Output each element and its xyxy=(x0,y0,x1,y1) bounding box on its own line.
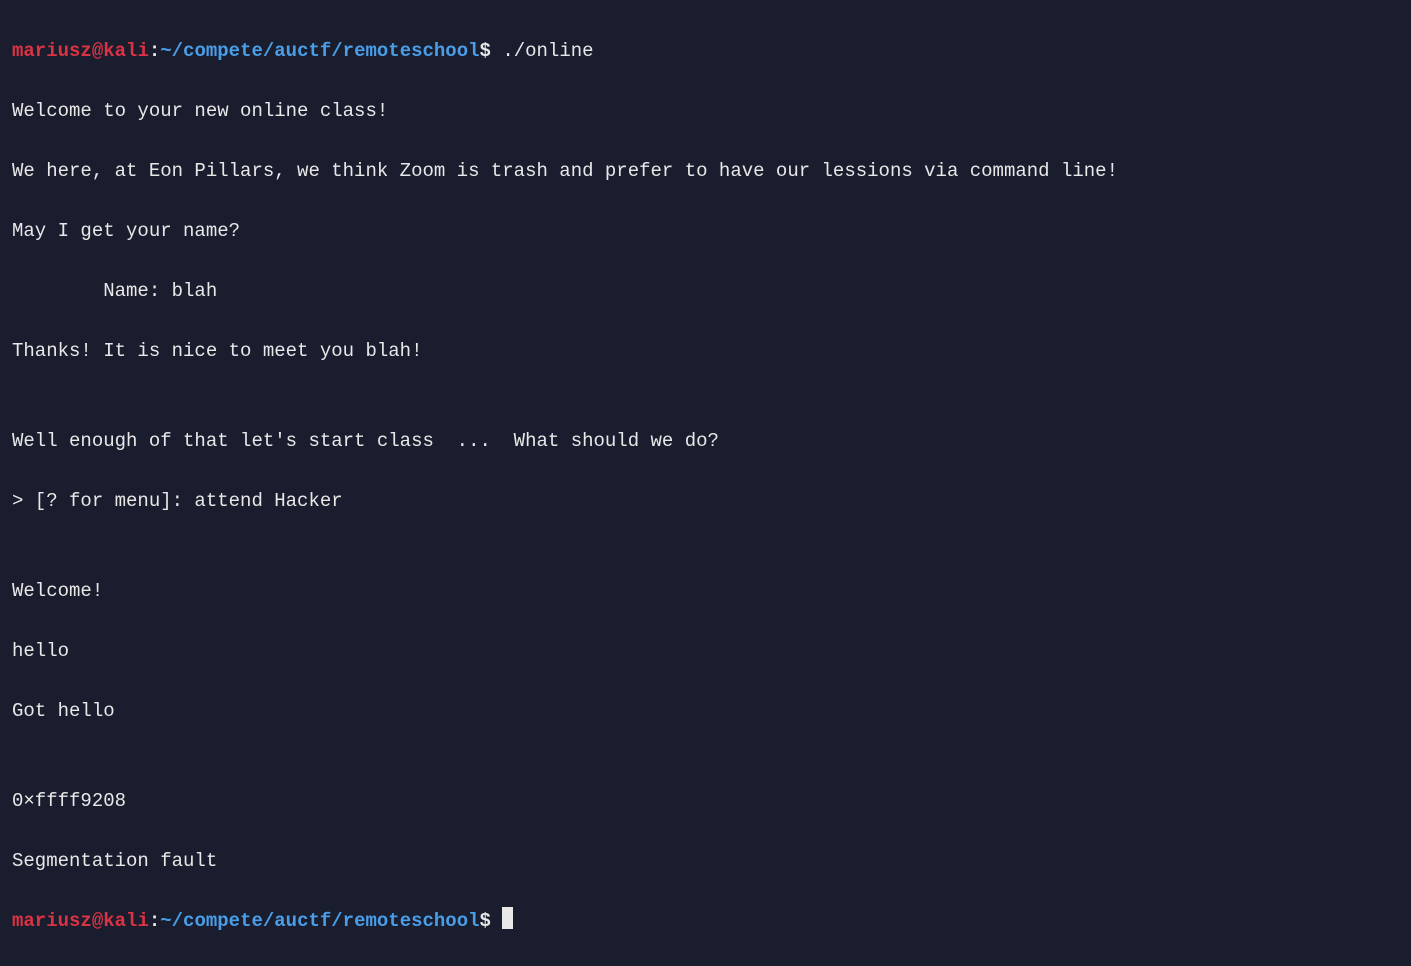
command-text: ./online xyxy=(491,40,594,62)
output-line: Got hello xyxy=(12,696,1399,726)
output-line: May I get your name? xyxy=(12,216,1399,246)
prompt-line-2: mariusz@kali:~/compete/auctf/remoteschoo… xyxy=(12,906,1399,936)
prompt-path: ~/compete/auctf/remoteschool xyxy=(160,910,479,932)
prompt-line-1: mariusz@kali:~/compete/auctf/remoteschoo… xyxy=(12,36,1399,66)
output-line: Welcome to your new online class! xyxy=(12,96,1399,126)
command-text xyxy=(491,910,502,932)
terminal-output[interactable]: mariusz@kali:~/compete/auctf/remoteschoo… xyxy=(12,6,1399,966)
output-line: Well enough of that let's start class ..… xyxy=(12,426,1399,456)
prompt-user: mariusz xyxy=(12,40,92,62)
output-line: Segmentation fault xyxy=(12,846,1399,876)
prompt-colon: : xyxy=(149,40,160,62)
output-line: hello xyxy=(12,636,1399,666)
output-line: 0×ffff9208 xyxy=(12,786,1399,816)
prompt-colon: : xyxy=(149,910,160,932)
prompt-user: mariusz xyxy=(12,910,92,932)
prompt-dollar: $ xyxy=(480,40,491,62)
prompt-host: kali xyxy=(103,40,149,62)
cursor-icon xyxy=(502,907,513,929)
prompt-dollar: $ xyxy=(480,910,491,932)
output-line: Thanks! It is nice to meet you blah! xyxy=(12,336,1399,366)
prompt-host: kali xyxy=(103,910,149,932)
output-line: > [? for menu]: attend Hacker xyxy=(12,486,1399,516)
prompt-path: ~/compete/auctf/remoteschool xyxy=(160,40,479,62)
output-line: Welcome! xyxy=(12,576,1399,606)
prompt-at: @ xyxy=(92,910,103,932)
prompt-at: @ xyxy=(92,40,103,62)
output-line: We here, at Eon Pillars, we think Zoom i… xyxy=(12,156,1399,186)
output-line: Name: blah xyxy=(12,276,1399,306)
